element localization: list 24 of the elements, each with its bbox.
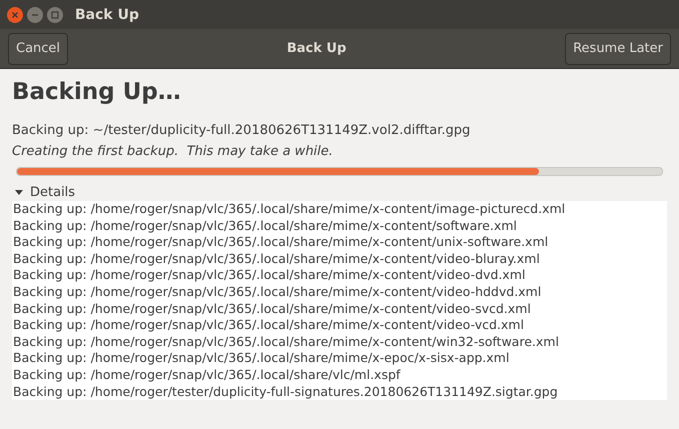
close-icon[interactable] [7,6,23,22]
log-line: Backing up: /home/roger/snap/vlc/365/.local/share/mime/x-content/video-vcd.xml [13,317,525,334]
current-file-label: Backing up: ~/tester/duplicity-full.20180626T131149Z.vol2.difftar.gpg [12,123,472,138]
log-line: Backing up: /home/roger/snap/vlc/365/.local/share/mime/x-content/video-bluray.xml [13,250,541,268]
status-message: Creating the first backup. This may take a while. [12,144,334,159]
window-title: Back Up [75,6,139,22]
maximize-icon[interactable] [47,6,63,22]
log-line: Backing up: /home/roger/tester/duplicity-full-signatures.20180626T131149Z.sigtar.gpg [13,384,559,400]
log-line: Backing up: /home/roger/snap/vlc/365/.local/share/mime/x-content/software.xml [13,218,518,234]
log-line: Backing up: /home/roger/snap/vlc/365/.local/share/mime/x-content/video-svcd.xml [13,300,532,318]
log-line: Backing up: /home/roger/snap/vlc/365/.local/share/vlc/ml.xspf [13,366,402,384]
log-line: Backing up: /home/roger/snap/vlc/365/.local/share/mime/x-content/video-hddvd.xml [13,284,542,301]
log-line: Backing up: /home/roger/snap/vlc/365/.local/share/mime/x-epoc/x-sisx-app.xml [13,350,510,367]
details-expander[interactable]: Details [14,184,667,200]
log-line: Backing up: /home/roger/snap/vlc/365/.local/share/mime/x-content/win32-software.xml [13,334,560,350]
log-line: Backing up: /home/roger/snap/vlc/365/.local/share/mime/x-content/image-picturecd.xml [13,201,566,218]
log-line: Backing up: /home/roger/snap/vlc/365/.local/share/mime/x-content/unix-software.xml [13,234,550,251]
cancel-button[interactable]: Cancel [8,32,68,64]
resume-later-button[interactable]: Resume Later [565,32,671,64]
triangle-icon [14,187,24,197]
dialog-title: Back Up [286,41,346,56]
minimize-icon[interactable] [27,6,43,22]
heading: Backing Up… [12,79,182,105]
log-line: Backing up: /home/roger/snap/vlc/365/.local/share/mime/x-content/video-dvd.xml [13,267,526,284]
